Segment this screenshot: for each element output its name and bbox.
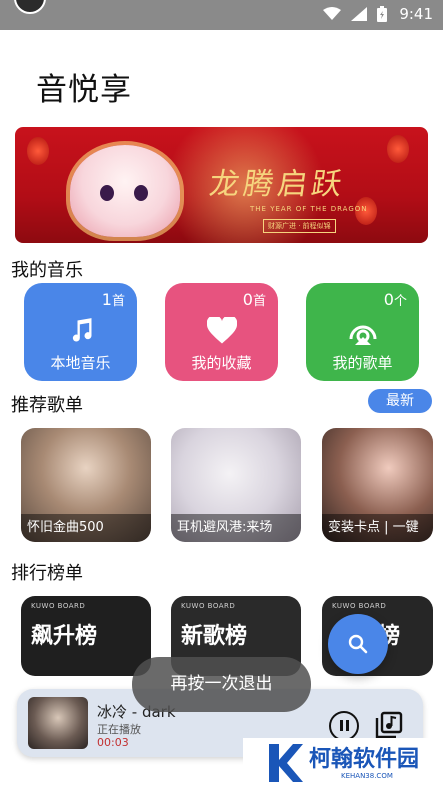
watermark: 柯翰软件园 KEHAN38.COM (243, 738, 443, 789)
card-label: 本地音乐 (50, 354, 111, 372)
playlist-queue-button[interactable] (375, 711, 403, 739)
ranking-name: 新歌榜 (181, 624, 248, 649)
status-icons: 9:41 (323, 5, 433, 23)
dragon-mascot-image (70, 145, 180, 237)
signal-icon (351, 7, 368, 21)
search-button[interactable] (328, 614, 388, 674)
status-bar: 9:41 (0, 0, 443, 30)
lantern-icon (27, 137, 49, 165)
pause-button[interactable] (329, 711, 359, 741)
rankings-title: 排行榜单 (11, 563, 83, 584)
favorites-card[interactable]: 0首 我的收藏 (165, 283, 278, 381)
card-count: 1首 (101, 290, 125, 309)
banner-sub-en: THE YEAR OF THE DRAGON (250, 205, 368, 213)
heart-icon (165, 315, 278, 352)
dragon-eye (100, 185, 114, 201)
banner[interactable]: 龙腾启跃 THE YEAR OF THE DRAGON 财源广进 · 前程似锦 (15, 127, 428, 243)
playlist-icon (306, 317, 419, 354)
my-playlists-card[interactable]: 0个 我的歌单 (306, 283, 419, 381)
dragon-eye (134, 185, 148, 201)
avatar[interactable] (14, 0, 46, 14)
playlist-caption: 怀旧金曲500 (21, 514, 151, 542)
banner-sub-cn: 财源广进 · 前程似锦 (263, 219, 336, 233)
card-count: 0首 (242, 290, 266, 309)
play-state: 正在播放 (97, 723, 141, 736)
ranking-tile[interactable]: KUWO BOARD 飙升榜 (21, 596, 151, 676)
app-title: 音悦享 (36, 72, 132, 108)
latest-button[interactable]: 最新 (368, 389, 432, 413)
ranking-brand: KUWO BOARD (332, 602, 387, 610)
music-note-icon (24, 317, 137, 352)
queue-icon (375, 711, 403, 739)
local-music-card[interactable]: 1首 本地音乐 (24, 283, 137, 381)
banner-headline: 龙腾启跃 (207, 167, 348, 202)
playlist-tile[interactable]: 变装卡点 | 一键 (322, 428, 433, 542)
status-time: 9:41 (399, 5, 433, 23)
playlist-tile[interactable]: 怀旧金曲500 (21, 428, 151, 542)
card-label: 我的歌单 (332, 354, 393, 372)
ranking-brand: KUWO BOARD (31, 602, 86, 610)
playlist-caption: 耳机避风港:来场 (171, 514, 301, 542)
watermark-sub: KEHAN38.COM (341, 772, 393, 780)
lantern-icon (387, 135, 409, 163)
playlist-caption: 变装卡点 | 一键 (322, 514, 433, 542)
recommend-title: 推荐歌单 (11, 395, 83, 416)
my-music-title: 我的音乐 (11, 260, 83, 281)
wifi-icon (323, 7, 342, 20)
album-cover[interactable] (28, 697, 88, 749)
card-count: 0个 (383, 290, 407, 309)
card-label: 我的收藏 (191, 354, 252, 372)
exit-toast: 再按一次退出 (132, 657, 311, 712)
search-icon (348, 634, 368, 654)
watermark-text: 柯翰软件园 (309, 747, 420, 772)
battery-icon (377, 6, 388, 22)
ranking-brand: KUWO BOARD (181, 602, 236, 610)
play-time: 00:03 (97, 736, 129, 749)
watermark-logo-icon (269, 744, 303, 782)
ranking-name: 飙升榜 (31, 624, 98, 649)
playlist-tile[interactable]: 耳机避风港:来场 (171, 428, 301, 542)
